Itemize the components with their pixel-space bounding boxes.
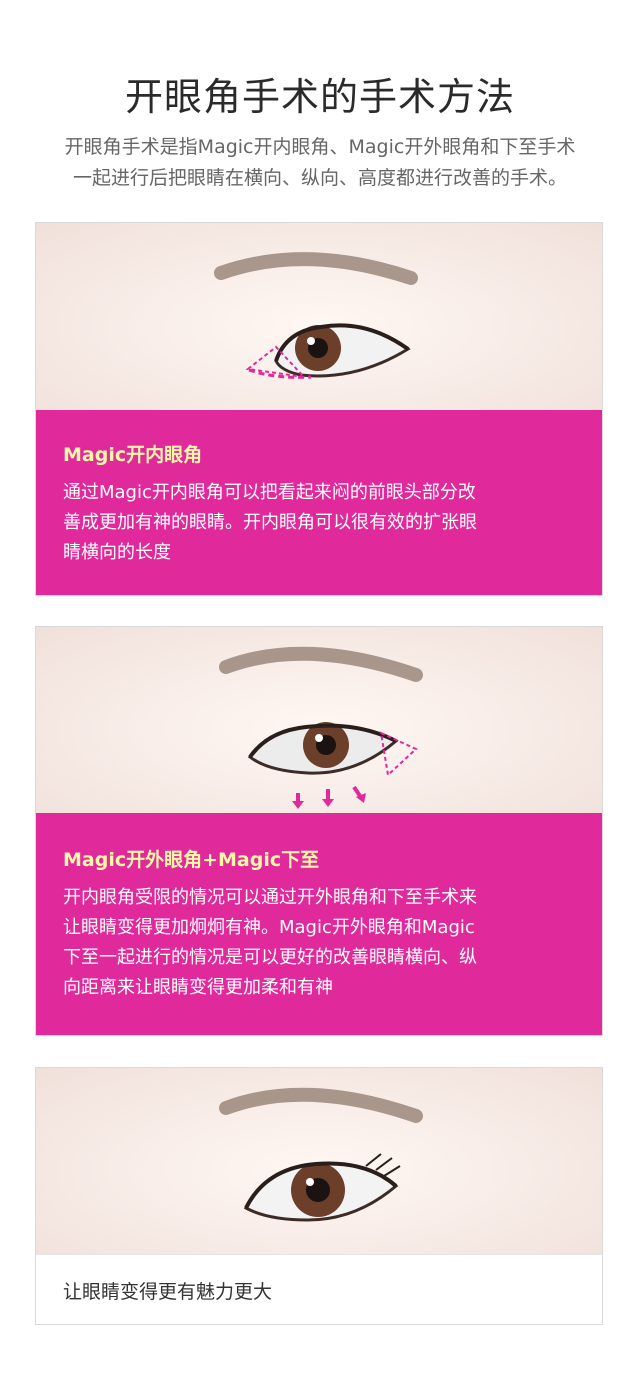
card-result: 让眼睛变得更有魅力更大 <box>35 1067 603 1325</box>
section-body: 通过Magic开内眼角可以把看起来闷的前眼头部分改 善成更加有神的眼睛。开内眼角… <box>63 478 583 568</box>
eye-drawing <box>214 252 418 379</box>
eye-illustration-outer <box>36 627 602 813</box>
body-line: 向距离来让眼睛变得更加柔和有神 <box>63 977 333 998</box>
card-outer-canthoplasty: Magic开外眼角+Magic下至 开内眼角受限的情况可以通过开外眼角和下至手术… <box>35 626 603 1036</box>
intro-line-1: 开眼角手术是指Magic开内眼角、Magic开外眼角和下至手术 <box>64 136 576 158</box>
eye-illustration-result <box>36 1068 602 1254</box>
body-line: 开内眼角受限的情况可以通过开外眼角和下至手术来 <box>63 887 477 908</box>
page-title: 开眼角手术的手术方法 <box>124 75 515 119</box>
card-inner-canthoplasty: Magic开内眼角 通过Magic开内眼角可以把看起来闷的前眼头部分改 善成更加… <box>35 222 603 596</box>
intro-line-2: 一起进行后把眼睛在横向、纵向、高度都进行改善的手术。 <box>72 167 567 189</box>
body-line: 下至一起进行的情况是可以更好的改善眼睛横向、纵 <box>63 947 477 968</box>
body-line: 睛横向的长度 <box>63 542 171 563</box>
result-panel: 让眼睛变得更有魅力更大 <box>36 1254 602 1324</box>
section-heading: Magic开外眼角+Magic下至 <box>63 849 320 871</box>
eye-drawing <box>219 646 423 809</box>
result-text: 让眼睛变得更有魅力更大 <box>63 1281 273 1303</box>
eye-drawing <box>219 1087 423 1222</box>
body-line: 善成更加有神的眼睛。开内眼角可以很有效的扩张眼 <box>63 512 477 533</box>
section-heading: Magic开内眼角 <box>63 444 203 466</box>
eye-illustration-inner <box>36 223 602 410</box>
section-outer-panel: Magic开外眼角+Magic下至 开内眼角受限的情况可以通过开外眼角和下至手术… <box>36 813 602 1035</box>
intro-text: 开眼角手术是指Magic开内眼角、Magic开外眼角和下至手术 一起进行后把眼睛… <box>30 132 610 194</box>
section-body: 开内眼角受限的情况可以通过开外眼角和下至手术来 让眼睛变得更加炯炯有神。Magi… <box>63 883 583 1003</box>
body-line: 让眼睛变得更加炯炯有神。Magic开外眼角和Magic <box>63 917 475 938</box>
section-inner-panel: Magic开内眼角 通过Magic开内眼角可以把看起来闷的前眼头部分改 善成更加… <box>36 410 602 595</box>
body-line: 通过Magic开内眼角可以把看起来闷的前眼头部分改 <box>63 482 476 503</box>
